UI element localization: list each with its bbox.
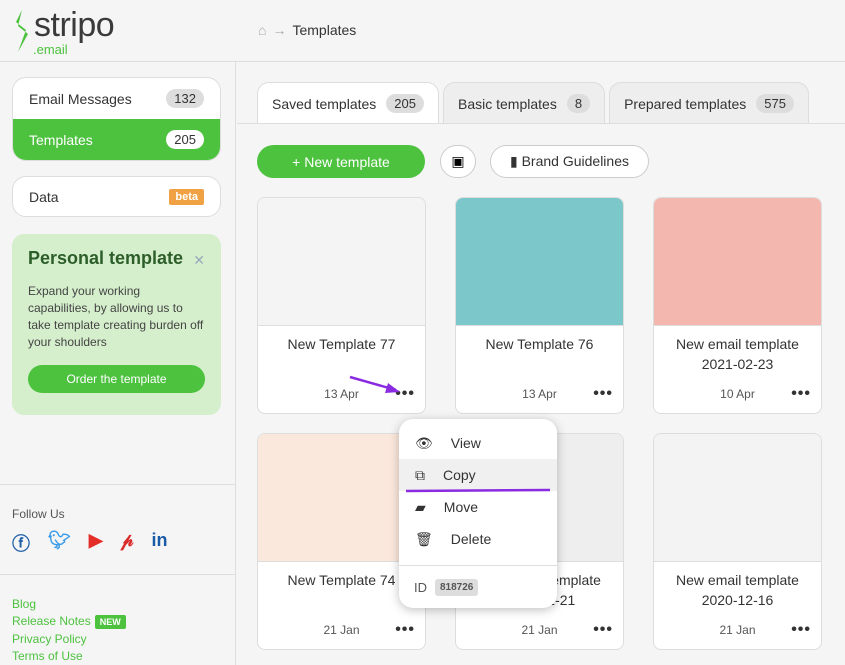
annotation-underline: [405, 488, 551, 493]
annotation-arrowhead: [385, 383, 400, 393]
annotation-overlay: [349, 375, 551, 493]
